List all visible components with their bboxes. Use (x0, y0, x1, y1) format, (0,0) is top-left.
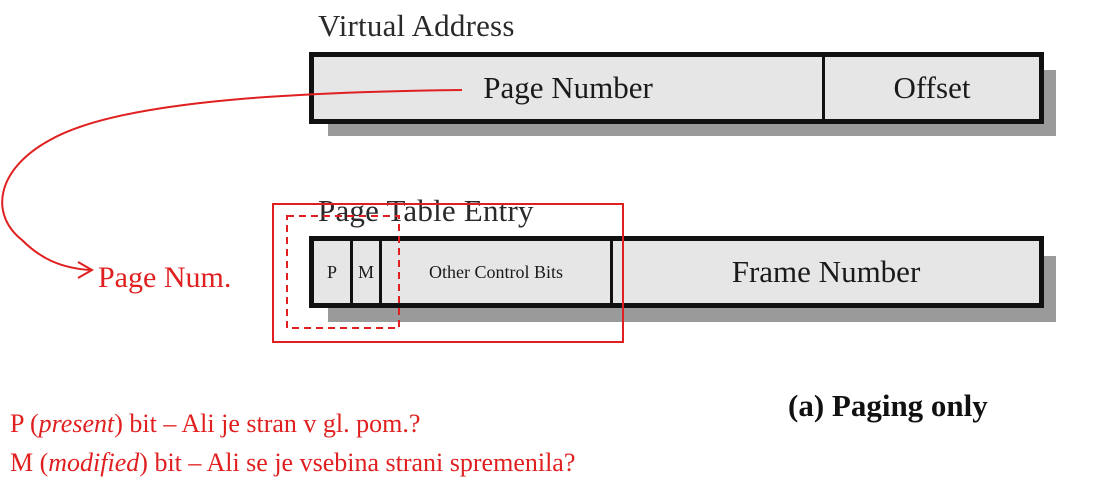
note-rest: ) bit – Ali se je vsebina strani spremen… (139, 448, 576, 477)
note-term: modified (48, 448, 140, 477)
note-prefix: P ( (10, 409, 39, 438)
modified-bit-note: M (modified) bit – Ali se je vsebina str… (10, 450, 575, 476)
curved-arrow (1, 89, 463, 271)
highlight-box-solid (272, 203, 624, 343)
note-term: present (38, 409, 115, 438)
note-prefix: M ( (10, 448, 49, 477)
paging-only-caption: (a) Paging only (788, 388, 988, 423)
present-bit-note: P (present) bit – Ali je stran v gl. pom… (10, 411, 420, 437)
page-num-label: Page Num. (98, 261, 232, 294)
note-rest: ) bit – Ali je stran v gl. pom.? (114, 409, 421, 438)
highlight-box-dashed (286, 215, 400, 329)
